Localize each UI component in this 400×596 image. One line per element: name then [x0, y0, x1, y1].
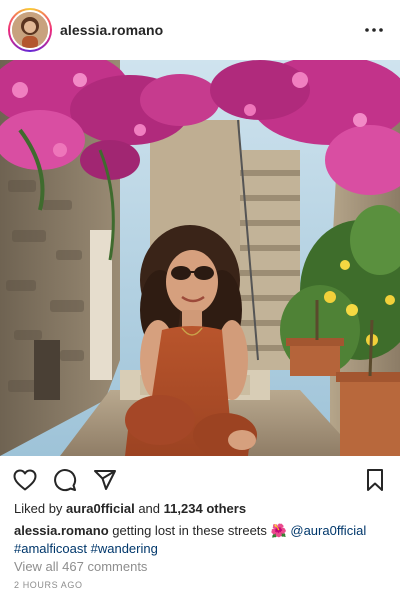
- post-header: alessia.romano: [0, 0, 400, 60]
- story-ring[interactable]: [8, 8, 52, 52]
- avatar[interactable]: [10, 10, 50, 50]
- caption-emoji: 🌺: [270, 523, 287, 538]
- post-username[interactable]: alessia.romano: [60, 22, 163, 38]
- likes-joiner: and: [138, 501, 161, 516]
- likes-prefix: Liked by: [14, 501, 63, 516]
- post-caption: alessia.romano getting lost in these str…: [14, 522, 386, 558]
- likes-others-link[interactable]: 11,234 others: [164, 501, 246, 516]
- likes-summary: Liked by aura0fficial and 11,234 others: [14, 501, 246, 516]
- likes-user-link[interactable]: aura0fficial: [66, 501, 135, 516]
- comment-icon[interactable]: [52, 467, 78, 493]
- caption-mention[interactable]: @aura0fficial: [290, 523, 366, 538]
- heart-icon[interactable]: [12, 467, 38, 493]
- action-bar: [0, 462, 400, 498]
- send-icon[interactable]: [92, 467, 118, 493]
- caption-hashtag-wandering[interactable]: #wandering: [91, 541, 158, 556]
- view-comments-link[interactable]: View all 467 comments: [14, 559, 147, 574]
- caption-username[interactable]: alessia.romano: [14, 523, 109, 538]
- more-horizontal-icon[interactable]: [362, 18, 386, 42]
- bookmark-icon[interactable]: [362, 467, 388, 493]
- post-photo[interactable]: [0, 60, 400, 456]
- caption-hashtag-amalficoast[interactable]: #amalficoast: [14, 541, 87, 556]
- post-timestamp: 2 HOURS AGO: [14, 580, 83, 590]
- caption-text: getting lost in these streets: [112, 523, 267, 538]
